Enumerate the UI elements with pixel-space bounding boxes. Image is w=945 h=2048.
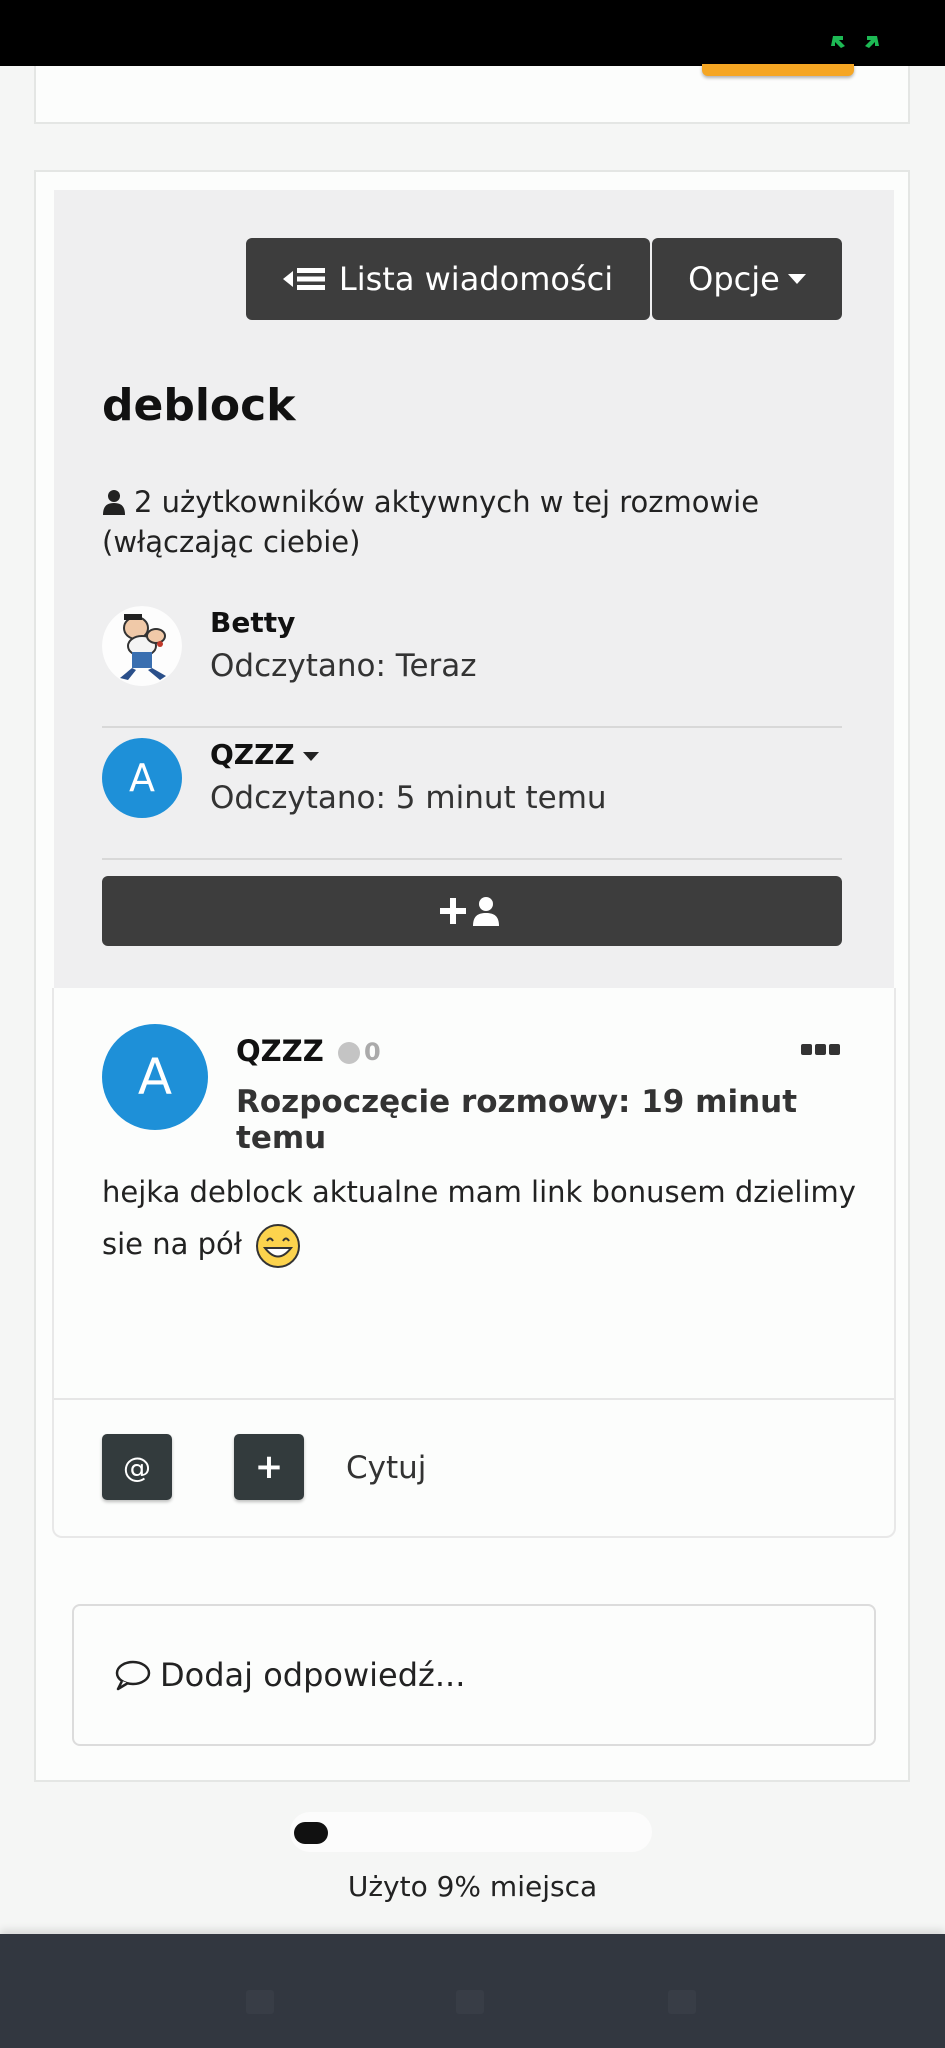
comment-icon xyxy=(115,1660,151,1691)
list-icon xyxy=(282,268,325,290)
active-users-text: 2 użytkowników aktywnych w tej rozmowie … xyxy=(102,485,760,559)
caret-down-icon xyxy=(787,274,806,284)
add-reaction-button[interactable]: + xyxy=(234,1434,304,1500)
participant-betty[interactable]: Betty Odczytano: Teraz xyxy=(102,606,842,706)
reply-input[interactable]: Dodaj odpowiedź... xyxy=(72,1604,876,1746)
orange-button[interactable] xyxy=(702,64,854,76)
avatar: A xyxy=(102,738,182,818)
more-options-icon[interactable] xyxy=(801,1044,840,1055)
status-bar xyxy=(0,0,945,66)
reply-placeholder: Dodaj odpowiedź... xyxy=(160,1656,466,1694)
bottom-navigation-bar xyxy=(0,1934,945,2048)
nav-recent-icon[interactable] xyxy=(456,1990,484,2014)
reputation-count: 0 xyxy=(364,1038,381,1066)
post-body: hejka deblock aktualne mam link bonusem … xyxy=(102,1166,862,1270)
conversation-started-time: Rozpoczęcie rozmowy: 19 minut temu xyxy=(236,1084,798,1156)
avatar: A xyxy=(102,1024,208,1130)
conversation-header: Lista wiadomości Opcje deblock 2 użytkow… xyxy=(54,190,894,990)
quote-link[interactable]: Cytuj xyxy=(346,1450,426,1486)
storage-usage-fill xyxy=(294,1822,328,1844)
storage-usage-bar xyxy=(290,1812,652,1852)
participant-name[interactable]: Betty xyxy=(210,606,295,639)
participant-name-dropdown[interactable]: QZZZ xyxy=(210,738,319,771)
nav-home-icon[interactable] xyxy=(246,1990,274,2014)
divider xyxy=(102,858,842,860)
participant-read-status: Odczytano: Teraz xyxy=(210,648,477,684)
message-list-label: Lista wiadomości xyxy=(338,260,614,298)
active-users-info: 2 użytkowników aktywnych w tej rozmowie … xyxy=(102,482,842,562)
post-author[interactable]: QZZZ xyxy=(236,1034,324,1068)
participant-read-status: Odczytano: 5 minut temu xyxy=(210,780,607,816)
message-list-button[interactable]: Lista wiadomości xyxy=(246,238,650,320)
options-label: Opcje xyxy=(688,260,780,298)
nav-back-icon[interactable] xyxy=(668,1990,696,2014)
message-post: A QZZZ 0 Rozpoczęcie rozmowy: 19 minut t… xyxy=(52,988,896,1538)
conversation-card: Lista wiadomości Opcje deblock 2 użytkow… xyxy=(34,170,910,1782)
participant-qzzz[interactable]: A QZZZ Odczytano: 5 minut temu xyxy=(102,738,842,838)
post-text: hejka deblock aktualne mam link bonusem … xyxy=(102,1175,856,1261)
mention-button[interactable]: @ xyxy=(102,1434,172,1500)
participant-name: QZZZ xyxy=(210,738,295,771)
options-button[interactable]: Opcje xyxy=(652,238,842,320)
conversation-title: deblock xyxy=(102,380,296,431)
reputation-dot-icon xyxy=(338,1042,360,1064)
status-indicator-icon xyxy=(831,36,879,48)
grin-emoji-icon xyxy=(256,1224,301,1268)
previous-card xyxy=(34,64,910,124)
avatar xyxy=(102,606,182,686)
divider xyxy=(54,1398,894,1400)
caret-down-icon xyxy=(302,751,319,761)
add-user-icon xyxy=(440,897,499,926)
user-icon xyxy=(103,490,125,515)
divider xyxy=(102,726,842,728)
storage-usage-label: Użyto 9% miejsca xyxy=(347,1870,598,1903)
add-participant-button[interactable] xyxy=(102,876,842,946)
